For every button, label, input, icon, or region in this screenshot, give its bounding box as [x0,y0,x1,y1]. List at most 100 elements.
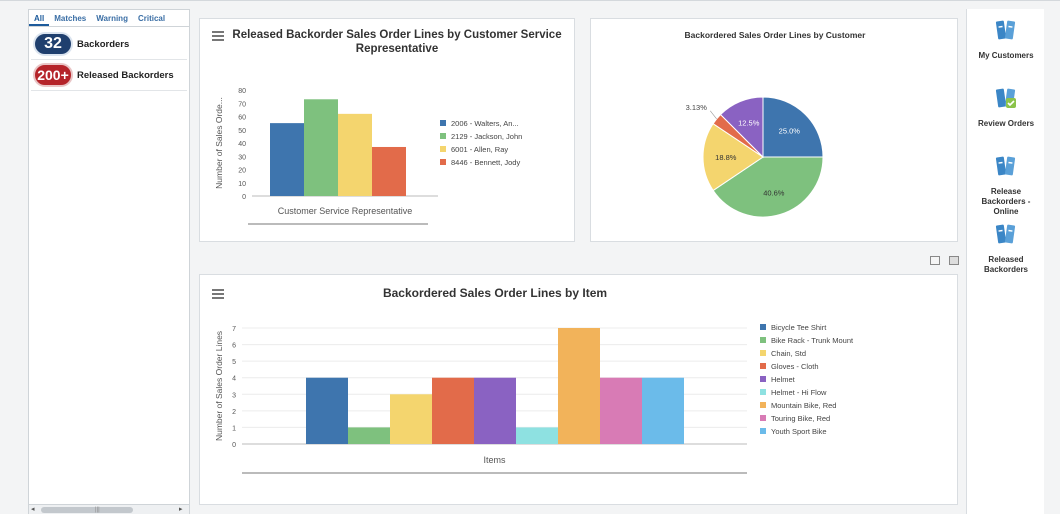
legend-entry: Youth Sport Bike [771,427,827,436]
scroll-left-arrow-icon[interactable]: ◂ [31,505,35,514]
tab-all[interactable]: All [29,10,50,26]
bar [516,427,558,444]
legend-entry: 2006 - Walters, An... [451,119,519,128]
legend-entry: Gloves - Cloth [771,362,819,371]
axis-underline [248,223,428,225]
count-badge: 200+ [33,63,73,87]
action-my-customers[interactable]: My Customers [967,18,1045,61]
y-axis-label: Number of Sales Order Lines [214,331,224,441]
customer-chart-card: Backordered Sales Order Lines by Custome… [590,18,958,242]
axis-underline [242,472,747,474]
binder-icon [995,156,1016,176]
y-tick-label: 80 [238,88,246,95]
csr-bar-chart: 0 10 20 30 40 50 60 70 80 Number of Sales Orde...… [214,88,522,225]
action-label: My Customers [978,51,1034,60]
action-release-backorders-online[interactable]: Release Backorders - Online [967,154,1045,217]
y-tick-label: 70 [238,101,246,108]
tab-warning[interactable]: Warning [91,10,133,26]
x-axis-label: Items [483,455,506,465]
action-review-orders[interactable]: Review Orders [967,86,1045,129]
y-tick-label: 1 [232,425,236,432]
binder-icon [995,20,1016,40]
slice-label: 18.8% [715,153,737,162]
legend-swatch [760,363,766,369]
legend-swatch [440,120,446,126]
bar [348,427,390,444]
legend-swatch [760,376,766,382]
bar [474,377,516,444]
legend-swatch [760,389,766,395]
leader-line [710,110,717,120]
watchlist-item-backorders[interactable]: 32 Backorders [31,29,187,60]
bar [372,146,406,196]
slice-label: 40.6% [763,189,785,198]
legend-entry: 8446 - Bennett, Jody [451,158,520,167]
y-tick-label: 6 [232,343,236,350]
scroll-thumb[interactable] [41,507,133,513]
y-tick-label: 40 [238,141,246,148]
chart-menu-icon[interactable] [212,31,224,41]
bar [270,123,304,196]
table-view-icon[interactable] [949,256,959,265]
actions-panel: My Customers Review Orders Release Backo… [966,9,1044,514]
action-released-backorders[interactable]: Released Backorders [967,222,1045,275]
legend-swatch [760,428,766,434]
y-tick-label: 0 [232,442,236,449]
y-tick-label: 3 [232,392,236,399]
slice-label: 25.0% [779,127,801,136]
y-axis-label: Number of Sales Orde... [214,97,224,189]
watchlist-label: Backorders [77,38,130,50]
y-tick-label: 2 [232,409,236,416]
legend-swatch [440,146,446,152]
bar [558,328,600,444]
legend-entry: Mountain Bike, Red [771,401,836,410]
tab-matches[interactable]: Matches [49,10,91,26]
legend-entry: Bike Rack - Trunk Mount [771,336,854,345]
legend-swatch [760,350,766,356]
y-tick-label: 50 [238,128,246,135]
bar [390,394,432,444]
y-tick-label: 60 [238,115,246,122]
scroll-grip-icon: ||| [95,507,100,513]
bar [432,377,474,444]
legend-entry: Helmet - Hi Flow [771,388,827,397]
legend-swatch [440,159,446,165]
bar [304,99,338,196]
y-tick-label: 30 [238,154,246,161]
y-tick-label: 7 [232,326,236,333]
legend-entry: Bicycle Tee Shirt [771,323,827,332]
legend-swatch [760,415,766,421]
legend-entry: Touring Bike, Red [771,414,830,423]
action-label: Review Orders [977,119,1035,128]
legend-entry: 2129 - Jackson, John [451,132,522,141]
scroll-right-arrow-icon[interactable]: ▸ [179,505,183,514]
y-tick-label: 20 [238,168,246,175]
bar [600,377,642,444]
watchlist-item-released-backorders[interactable]: 200+ Released Backorders [31,60,187,91]
bar [306,377,348,444]
chart-title: Backordered Sales Order Lines by Item [382,286,608,300]
y-tick-label: 0 [242,194,246,201]
action-label: Release Backorders - Online [981,187,1031,216]
legend-entry: 6001 - Allen, Ray [451,145,508,154]
legend-entry: Helmet [771,375,796,384]
binder-icon [995,224,1016,244]
binder-check-icon [995,88,1016,108]
watchlist-label: Released Backorders [77,69,174,81]
item-chart-card: Backordered Sales Order Lines by Item 0 1… [199,274,958,505]
slice-label: 3.13% [686,103,708,112]
count-badge: 32 [33,32,73,56]
maximize-icon[interactable] [930,256,940,265]
tab-critical[interactable]: Critical [133,10,170,26]
watchlist-panel: All Matches Warning Critical 32 Backorde… [28,9,190,514]
legend-swatch [440,133,446,139]
item-bar-chart: 0 1 2 3 4 5 6 7 Number of Sales Order Lines Items… [214,323,854,474]
legend-swatch [760,324,766,330]
y-tick-label: 10 [238,181,246,188]
csr-chart-card: Released Backorder Sales Order Lines by … [199,18,575,242]
filter-tabs: All Matches Warning Critical [29,10,189,27]
y-tick-label: 5 [232,359,236,366]
app-window: All Matches Warning Critical 32 Backorde… [0,0,1060,514]
chart-title: Backordered Sales Order Lines by Custome… [684,30,866,40]
horizontal-scrollbar[interactable]: ◂ ||| ▸ [29,504,189,514]
